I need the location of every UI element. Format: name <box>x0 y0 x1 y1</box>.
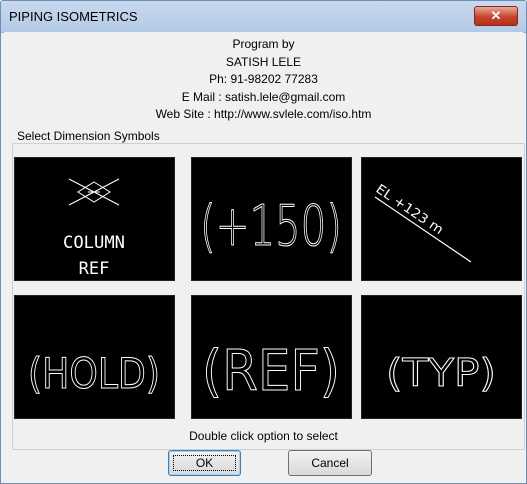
symbol-plus-150[interactable]: (+150) <box>191 157 352 281</box>
plus-150-graphic: (+150) <box>200 194 343 260</box>
hold-graphic: (HOLD) <box>28 349 161 399</box>
title-bar[interactable]: PIPING ISOMETRICS ✕ <box>1 1 526 33</box>
cancel-button[interactable]: Cancel <box>288 450 372 476</box>
el-123-text: EL +123 m <box>373 182 446 238</box>
symbol-ref[interactable]: (REF) <box>191 295 352 419</box>
column-ref-line1: COLUMN <box>63 233 125 253</box>
typ-graphic: (TYP) <box>386 351 497 396</box>
program-by-label: Program by <box>232 37 295 51</box>
program-info: Program by SATISH LELE Ph: 91-98202 7728… <box>4 36 523 124</box>
plus-150-text: (+150) <box>200 194 342 259</box>
author-name: SATISH LELE <box>225 54 302 69</box>
email-text: E Mail : satish.lele@gmail.com <box>181 89 346 104</box>
window-title: PIPING ISOMETRICS <box>9 9 138 24</box>
symbol-typ[interactable]: (TYP) <box>361 295 522 419</box>
close-icon: ✕ <box>490 8 502 23</box>
typ-text: (TYP) <box>386 351 496 395</box>
select-hint: Double click option to select <box>189 429 338 443</box>
ok-button[interactable]: OK <box>168 450 241 476</box>
dialog-window: PIPING ISOMETRICS ✕ Program by SATISH LE… <box>0 0 527 484</box>
symbol-hold[interactable]: (HOLD) <box>14 295 175 419</box>
column-ref-icon: COLUMN REF <box>63 178 125 279</box>
ok-label: OK <box>195 456 214 470</box>
dialog-client-area: Program by SATISH LELE Ph: 91-98202 7728… <box>4 32 525 480</box>
phone-text: Ph: 91-98202 77283 <box>209 72 318 86</box>
cancel-label: Cancel <box>311 456 349 470</box>
ref-text: (REF) <box>202 339 340 404</box>
group-label: Select Dimension Symbols <box>16 129 161 143</box>
close-button[interactable]: ✕ <box>474 6 518 26</box>
column-ref-line2: REF <box>79 259 110 279</box>
hold-text: (HOLD) <box>28 349 160 398</box>
symbol-column-ref[interactable]: COLUMN REF <box>14 157 175 281</box>
ref-graphic: (REF) <box>202 339 341 405</box>
website-text: Web Site : http://www.svlele.com/iso.htm <box>155 107 372 121</box>
symbol-el-123[interactable]: EL +123 m <box>361 157 522 281</box>
el-123-graphic: EL +123 m <box>373 182 472 263</box>
